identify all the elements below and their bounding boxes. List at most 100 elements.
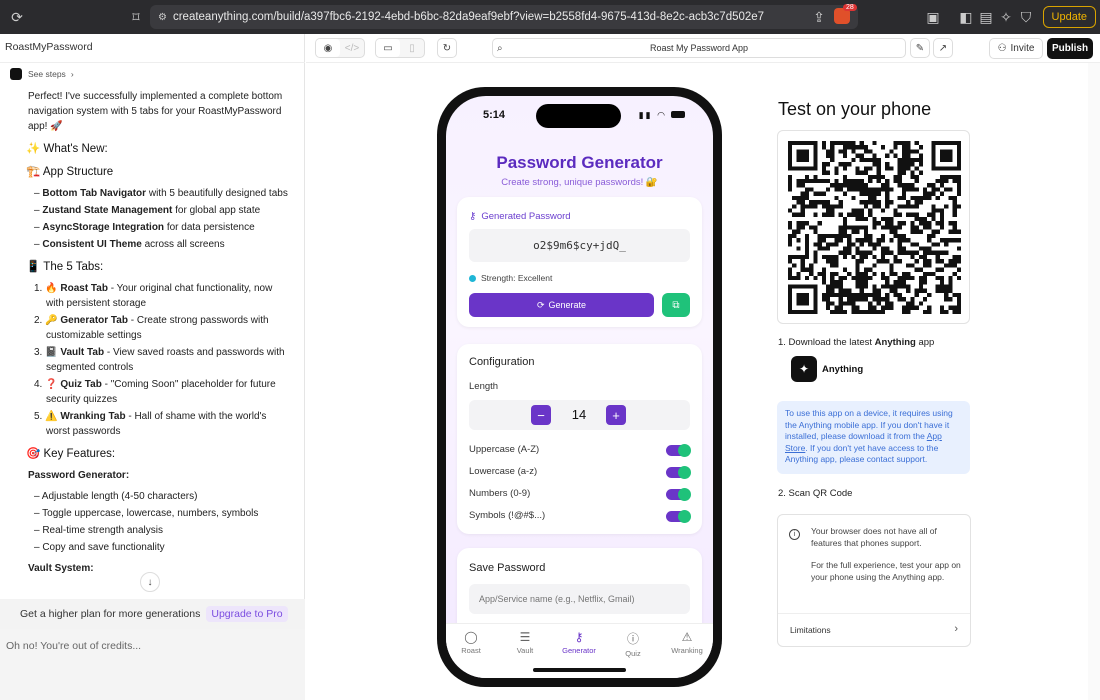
decrease-length-button[interactable]: − xyxy=(531,405,551,425)
anything-app-icon: ✦ xyxy=(791,356,817,382)
limitations-link[interactable]: Limitations xyxy=(790,625,831,635)
refresh-icon: ⟳ xyxy=(536,299,545,310)
key-icon: ⚷ xyxy=(469,211,477,222)
desktop-view-button[interactable]: ▭ xyxy=(376,39,400,57)
tab-label: Wranking xyxy=(671,646,703,655)
generated-password-label: ⚷ Generated Password xyxy=(469,211,571,222)
strength-indicator: Strength: Excellent xyxy=(469,273,552,283)
length-label: Length xyxy=(469,381,499,392)
preview-mode-button[interactable]: ◉ xyxy=(316,39,340,57)
reload-icon[interactable]: ⟳ xyxy=(6,6,28,28)
item-bold: Vault Tab xyxy=(60,347,105,358)
upgrade-to-pro-link[interactable]: Upgrade to Pro xyxy=(206,606,288,622)
service-name-input[interactable] xyxy=(469,584,690,614)
invite-button[interactable]: ⚇ Invite xyxy=(989,38,1043,59)
publish-button[interactable]: Publish xyxy=(1047,38,1093,59)
tab-quiz[interactable]: ⓘ Quiz xyxy=(608,630,658,658)
option-uppercase: Uppercase (A-Z) xyxy=(469,444,691,458)
tab-roast[interactable]: ◯ Roast xyxy=(446,630,496,655)
update-button[interactable]: Update xyxy=(1042,6,1096,28)
wallet-icon[interactable]: ▤ xyxy=(975,6,997,28)
app-required-notice: To use this app on a device, it requires… xyxy=(777,401,970,474)
numbers-toggle[interactable] xyxy=(666,488,691,501)
app-name: Anything xyxy=(822,363,864,375)
item-bold: Consistent UI Theme xyxy=(42,239,142,250)
copy-icon: ⧉ xyxy=(672,299,680,311)
item-bold: Quiz Tab xyxy=(60,379,102,390)
configuration-card: Configuration Length − 14 + Uppercase (A… xyxy=(457,344,702,534)
item-bold: Zustand State Management xyxy=(42,205,173,216)
structure-list: – Bottom Tab Navigator with 5 beautifull… xyxy=(28,186,290,252)
site-settings-icon[interactable]: ⚙ xyxy=(158,12,167,23)
password-display[interactable]: o2$9m6$cy+jdQ_ xyxy=(469,229,690,262)
upgrade-banner: Get a higher plan for more generations U… xyxy=(0,599,305,629)
code-mode-button[interactable]: </> xyxy=(340,39,364,57)
refresh-icon: ↻ xyxy=(442,42,452,54)
preview-address-text: Roast My Password App xyxy=(649,43,749,53)
chevron-right-icon: › xyxy=(70,69,74,79)
qr-code-card xyxy=(777,130,970,324)
mobile-view-button[interactable]: ▯ xyxy=(400,39,424,57)
tab-wranking[interactable]: ⚠ Wranking xyxy=(662,630,712,655)
tab-vault[interactable]: ☰ Vault xyxy=(500,630,550,655)
dynamic-island xyxy=(536,104,621,128)
preview-address-bar[interactable]: ⌕ Roast My Password App xyxy=(492,38,906,58)
option-label: Numbers (0-9) xyxy=(469,488,531,499)
sidebar-icon[interactable]: ◧ xyxy=(955,6,977,28)
note-text-2: For the full experience, test your app o… xyxy=(811,560,961,582)
preview-toolbar: ◉ </> ▭ ▯ ↻ ⌕ Roast My Password App ✎ ↗ … xyxy=(306,34,1100,63)
copy-button[interactable]: ⧉ xyxy=(662,293,690,317)
search-icon: ⌕ xyxy=(497,42,503,54)
tab-description: 2. 🔑 Generator Tab - Create strong passw… xyxy=(34,315,269,341)
generate-label: Generate xyxy=(548,300,587,310)
anything-app-link[interactable]: ✦ Anything xyxy=(791,356,863,382)
note-text-1: Your browser does not have all of featur… xyxy=(811,526,937,548)
phone-icon: ▯ xyxy=(409,42,415,54)
increase-length-button[interactable]: + xyxy=(606,405,626,425)
option-label: Uppercase (A-Z) xyxy=(469,444,540,455)
device-toggle: ▭ ▯ xyxy=(375,38,425,58)
vpn-icon[interactable]: ⛉ xyxy=(1015,6,1037,28)
bookmark-icon[interactable]: ⌑ xyxy=(125,6,147,28)
tab-label: Quiz xyxy=(625,649,641,658)
chat-panel: RoastMyPassword See steps › Perfect! I'v… xyxy=(0,34,305,700)
structure-item: – Consistent UI Theme across all screens xyxy=(34,239,225,250)
divider xyxy=(0,62,305,63)
step1-prefix: 1. Download the latest xyxy=(778,337,875,348)
symbols-toggle[interactable] xyxy=(666,510,691,523)
page-scrollbar[interactable] xyxy=(1088,63,1100,700)
lowercase-toggle[interactable] xyxy=(666,466,691,479)
see-steps-link[interactable]: See steps › xyxy=(10,68,74,80)
leo-icon[interactable]: ✧ xyxy=(995,6,1017,28)
edit-button[interactable]: ✎ xyxy=(910,38,930,58)
item-bold: Wranking Tab xyxy=(60,411,126,422)
open-external-button[interactable]: ↗ xyxy=(933,38,953,58)
list-icon: ☰ xyxy=(519,630,531,644)
url-text: createanything.com/build/a397fbc6-2192-4… xyxy=(172,11,765,23)
structure-item: – AsyncStorage Integration for data pers… xyxy=(34,222,255,233)
users-icon: ⚇ xyxy=(997,43,1007,54)
step1-bold: Anything xyxy=(874,337,916,348)
option-label: Symbols (!@#$...) xyxy=(469,510,546,521)
heading-whats-new: ✨ What's New: xyxy=(26,143,108,155)
info-icon: i xyxy=(789,529,800,540)
share-icon[interactable]: ⇪ xyxy=(808,6,830,28)
browser-limitations-card: i Your browser does not have all of feat… xyxy=(777,514,971,647)
tab-description: 1. 🔥 Roast Tab - Your original chat func… xyxy=(34,283,273,309)
view-toggle: ◉ </> xyxy=(315,38,365,58)
tab-generator[interactable]: ⚷ Generator xyxy=(554,630,604,655)
reader-icon[interactable]: ▣ xyxy=(922,6,944,28)
address-bar[interactable]: ⚙ createanything.com/build/a397fbc6-2192… xyxy=(150,5,858,29)
structure-item: – Bottom Tab Navigator with 5 beautifull… xyxy=(34,188,288,199)
generate-button[interactable]: ⟳ Generate xyxy=(469,293,654,317)
intro-text: Perfect! I've successfully implemented a… xyxy=(28,91,283,132)
phone-frame: 5:14 ▮▮ ◠ Password Generator Create stro… xyxy=(437,87,722,687)
scroll-down-button[interactable]: ↓ xyxy=(140,572,160,592)
option-symbols: Symbols (!@#$...) xyxy=(469,510,691,524)
uppercase-toggle[interactable] xyxy=(666,444,691,457)
key-icon: ⚷ xyxy=(574,630,584,644)
item-bold: AsyncStorage Integration xyxy=(42,222,165,233)
chevron-right-icon[interactable]: › xyxy=(954,623,958,635)
features-list: – Adjustable length (4-50 characters) – T… xyxy=(28,489,290,555)
refresh-preview-button[interactable]: ↻ xyxy=(437,38,457,58)
